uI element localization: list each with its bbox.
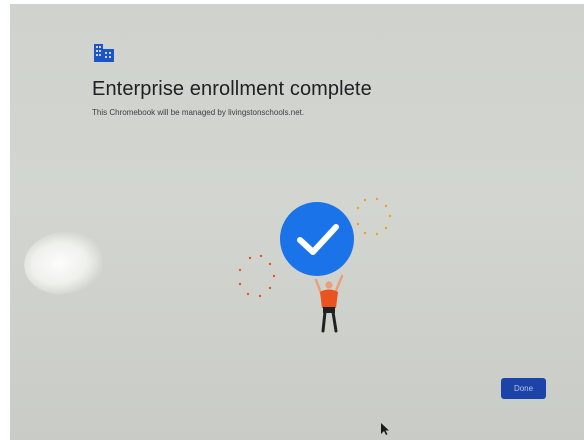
dotted-ring-left xyxy=(238,254,276,298)
enrollment-screen: Enterprise enrollment complete This Chro… xyxy=(10,4,584,440)
page-title: Enterprise enrollment complete xyxy=(92,78,372,100)
enrollment-success-illustration xyxy=(238,197,392,333)
mouse-cursor-icon xyxy=(381,423,389,435)
checkmark-icon xyxy=(280,202,354,276)
enterprise-building-icon xyxy=(94,44,114,62)
dotted-ring-right xyxy=(356,197,392,236)
person-figure xyxy=(314,274,344,333)
screen-glare xyxy=(20,226,106,300)
page-subtitle: This Chromebook will be managed by livin… xyxy=(92,108,305,117)
done-button[interactable]: Done xyxy=(501,378,546,399)
